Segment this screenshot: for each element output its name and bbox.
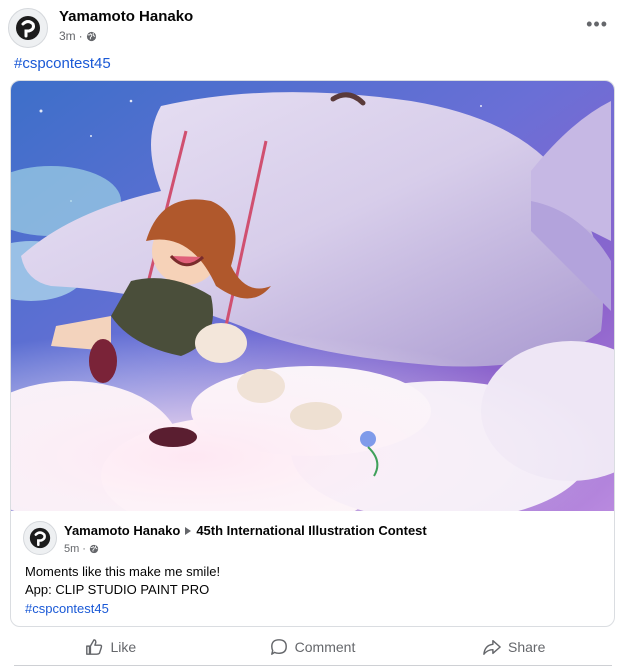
shared-caption-line: Moments like this make me smile! (25, 564, 221, 579)
comment-button[interactable]: Comment (212, 630, 414, 664)
bottom-divider (14, 665, 612, 666)
illustration-image[interactable] (11, 81, 614, 511)
comment-bubble-icon (270, 639, 287, 655)
shared-author-name[interactable]: Yamamoto Hanako (64, 523, 180, 538)
like-label: Like (110, 639, 137, 655)
hashtag-link[interactable]: #cspcontest45 (14, 55, 111, 72)
shared-name-line: Yamamoto Hanako 45th International Illus… (64, 523, 427, 538)
author-name[interactable]: Yamamoto Hanako (59, 8, 193, 25)
shared-meta: 5m · (64, 543, 99, 555)
meta-dot: · (82, 543, 86, 555)
comment-label: Comment (294, 639, 356, 655)
globe-icon (89, 544, 99, 554)
shared-hashtag-link[interactable]: #cspcontest45 (25, 601, 109, 616)
shared-post-info: Yamamoto Hanako 45th International Illus… (11, 511, 614, 626)
caret-right-icon (185, 526, 192, 535)
more-options-icon[interactable]: ••• (586, 14, 608, 35)
share-label: Share (508, 639, 546, 655)
author-avatar[interactable] (8, 8, 48, 48)
shared-author-avatar[interactable] (23, 521, 57, 555)
globe-icon (86, 31, 96, 41)
post-header: Yamamoto Hanako 3m · ••• (8, 6, 618, 48)
feed-post: Yamamoto Hanako 3m · ••• #cspcontest45 Y… (0, 0, 626, 672)
clip-studio-logo-icon (16, 16, 40, 40)
thumbs-up-icon (86, 639, 103, 655)
post-meta: 3m · (59, 29, 97, 43)
meta-dot: · (78, 29, 83, 43)
post-time[interactable]: 3m (59, 29, 76, 43)
share-button[interactable]: Share (413, 630, 615, 664)
group-name[interactable]: 45th International Illustration Contest (196, 523, 426, 538)
clip-studio-logo-icon (29, 527, 51, 549)
shared-post-card: Yamamoto Hanako 45th International Illus… (10, 80, 615, 627)
shared-time[interactable]: 5m (64, 543, 79, 555)
shared-app-line: App: CLIP STUDIO PAINT PRO (25, 582, 210, 597)
post-actions: Like Comment Share (10, 630, 615, 664)
share-arrow-icon (483, 639, 501, 655)
like-button[interactable]: Like (10, 630, 212, 664)
